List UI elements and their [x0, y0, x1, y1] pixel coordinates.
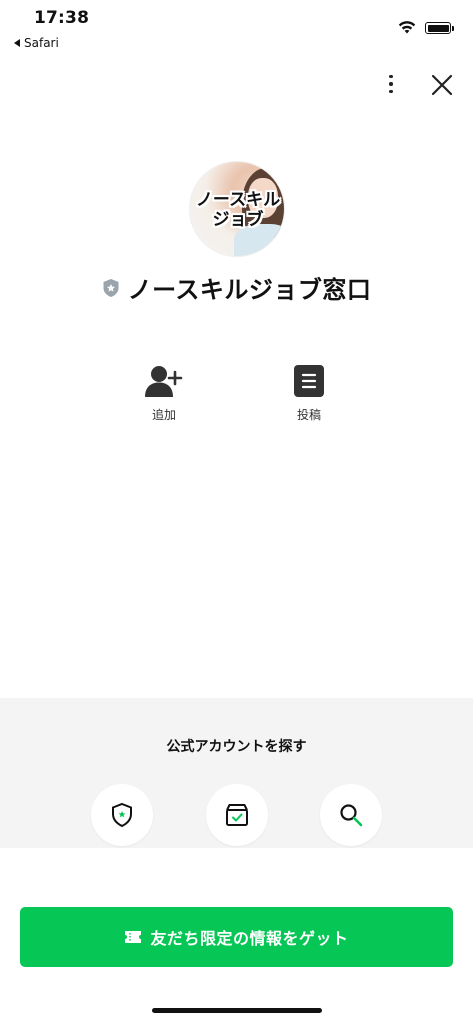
add-friend-label: 追加	[151, 408, 176, 422]
home-indicator[interactable]	[152, 1008, 322, 1013]
posts-button[interactable]: 投稿	[269, 364, 349, 423]
ticket-icon	[125, 931, 142, 943]
official-badge-icon	[112, 802, 132, 828]
back-to-app-link[interactable]: Safari	[14, 36, 59, 50]
add-friend-icon	[145, 366, 183, 397]
avatar-logo-text: ノースキル ジョブ	[195, 190, 281, 230]
search-icon	[340, 804, 363, 827]
wifi-icon	[398, 21, 416, 34]
cta-label: 友だち限定の情報をゲット	[150, 929, 349, 948]
explore-title: 公式アカウントを探す	[166, 739, 307, 755]
close-icon[interactable]	[428, 71, 456, 99]
posts-icon	[294, 365, 324, 397]
box-check-icon	[226, 804, 248, 826]
add-friend-button[interactable]: 追加	[124, 364, 204, 423]
official-accounts-button[interactable]	[91, 784, 153, 846]
more-options-button[interactable]	[380, 70, 402, 98]
avatar[interactable]: ノースキル ジョブ	[190, 162, 284, 256]
battery-tip	[452, 26, 454, 31]
search-button[interactable]	[320, 784, 382, 846]
explore-section: 公式アカウントを探す	[0, 698, 473, 848]
back-app-label: Safari	[24, 36, 59, 50]
back-arrow-icon	[14, 39, 20, 47]
account-name-row: ノースキルジョブ窓口	[0, 270, 473, 305]
categories-button[interactable]	[206, 784, 268, 846]
posts-label: 投稿	[296, 408, 321, 422]
status-time: 17:38	[34, 8, 90, 28]
verified-shield-icon	[103, 278, 119, 297]
battery-icon	[425, 22, 451, 34]
get-exclusive-info-button[interactable]: 友だち限定の情報をゲット	[20, 907, 453, 967]
account-name: ノースキルジョブ窓口	[127, 276, 372, 304]
more-vertical-icon	[389, 74, 393, 79]
